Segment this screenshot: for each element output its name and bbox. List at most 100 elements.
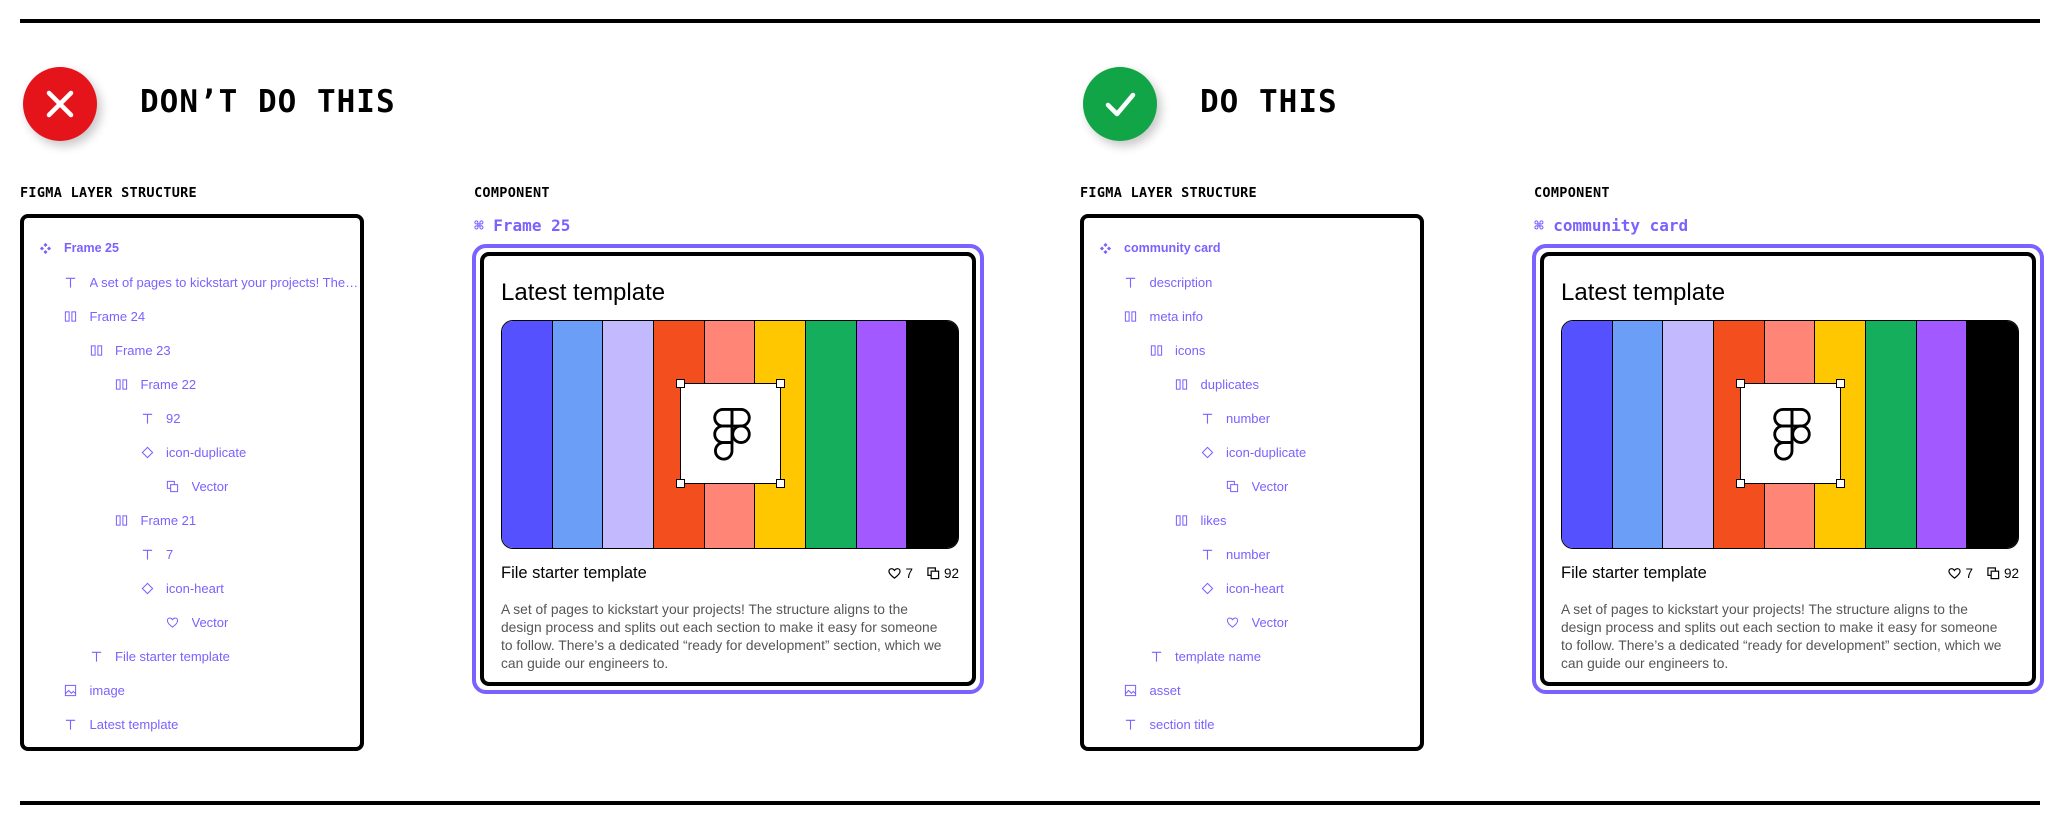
instance-icon (140, 581, 154, 595)
text-icon (1124, 275, 1138, 289)
color-stripe (907, 321, 958, 548)
text-icon (64, 275, 78, 289)
layer-row[interactable]: icon-heart (1084, 571, 1420, 605)
layer-row[interactable]: section title (1084, 707, 1420, 741)
template-description: A set of pages to kickstart your project… (501, 602, 942, 671)
layer-row[interactable]: meta info (1084, 299, 1420, 333)
layer-name: template name (1175, 648, 1261, 664)
layer-row[interactable]: asset (1084, 673, 1420, 707)
layer-row[interactable]: Frame 25 (24, 231, 360, 265)
resize-handle[interactable] (776, 479, 785, 488)
resize-handle[interactable] (1836, 479, 1845, 488)
section-heading: DO THIS (1200, 84, 1338, 120)
auto-layout-icon (1175, 513, 1189, 527)
duplicates-meta: 92 (1987, 566, 2019, 581)
text-icon (140, 411, 154, 425)
auto-layout-icon (64, 309, 78, 323)
layer-row[interactable]: number (1084, 537, 1420, 571)
layer-row[interactable]: description (1084, 265, 1420, 299)
layer-name: community card (1124, 241, 1221, 255)
command-icon: ⌘ (474, 216, 484, 235)
likes-meta: 7 (1948, 566, 1973, 581)
layer-row[interactable]: number (1084, 401, 1420, 435)
component-icon (1098, 241, 1112, 255)
layer-row[interactable]: icons (1084, 333, 1420, 367)
layer-row[interactable]: likes (1084, 503, 1420, 537)
layer-name: icon-duplicate (1226, 444, 1307, 460)
layer-name: Frame 22 (140, 376, 197, 392)
layer-row[interactable]: 7 (24, 537, 360, 571)
layer-row[interactable]: image (24, 673, 360, 707)
layer-row[interactable]: template name (1084, 639, 1420, 673)
template-meta-row: File starter template 7 92 (501, 562, 959, 584)
layer-name: icon-duplicate (166, 444, 247, 460)
figma-logo-frame (676, 379, 785, 488)
component-name: ⌘ Frame 25 (474, 216, 571, 235)
figma-logo-frame (1736, 379, 1845, 488)
color-stripe (1866, 321, 1917, 548)
layer-row[interactable]: Vector (1084, 469, 1420, 503)
layer-row[interactable]: Frame 21 (24, 503, 360, 537)
color-stripe (1967, 321, 2018, 548)
layer-row[interactable]: Frame 24 (24, 299, 360, 333)
cross-icon (23, 67, 97, 141)
layer-name: Frame 24 (89, 308, 146, 324)
layer-name: 92 (166, 410, 181, 426)
layer-name: Vector (191, 614, 229, 630)
auto-layout-icon (1149, 343, 1163, 357)
component-selection[interactable]: Latest template File starter template 7 … (472, 244, 984, 694)
resize-handle[interactable] (776, 379, 785, 388)
resize-handle[interactable] (1736, 379, 1745, 388)
text-icon (1200, 547, 1214, 561)
instance-icon (140, 445, 154, 459)
component-label: COMPONENT (474, 185, 550, 201)
community-card: Latest template File starter template 7 … (480, 252, 976, 686)
auto-layout-icon (1124, 309, 1138, 323)
color-stripe (1663, 321, 1715, 548)
resize-handle[interactable] (676, 379, 685, 388)
figma-logo-icon (1773, 408, 1811, 461)
layer-name: Vector (191, 478, 229, 494)
resize-handle[interactable] (676, 479, 685, 488)
layer-name: Latest template (89, 716, 179, 732)
layer-name: Frame 23 (115, 342, 171, 358)
command-icon: ⌘ (1534, 216, 1544, 235)
layer-row[interactable]: icon-duplicate (1084, 435, 1420, 469)
text-icon (89, 649, 103, 663)
layer-row[interactable]: Latest template (24, 707, 360, 741)
layer-row[interactable]: community card (1084, 231, 1420, 265)
color-stripe (856, 321, 908, 548)
layer-structure-label: FIGMA LAYER STRUCTURE (20, 185, 197, 201)
layer-row[interactable]: icon-heart (24, 571, 360, 605)
layer-row[interactable]: Frame 23 (24, 333, 360, 367)
layer-panel: Frame 25 A set of pages to kickstart your… (20, 214, 364, 751)
resize-handle[interactable] (1836, 379, 1845, 388)
layer-name: number (1226, 546, 1271, 562)
layer-row[interactable]: A set of pages to kickstart your project… (24, 265, 360, 299)
color-stripe (1562, 321, 1613, 548)
layer-name: asset (1149, 682, 1181, 698)
layer-row[interactable]: File starter template (24, 639, 360, 673)
component-selection[interactable]: Latest template File starter template 7 … (1532, 244, 2044, 694)
do-this-section: DO THIS FIGMA LAYER STRUCTURE community … (1060, 0, 2060, 827)
figma-logo-icon (713, 408, 751, 461)
layer-row[interactable]: duplicates (1084, 367, 1420, 401)
layer-name: icon-heart (1226, 580, 1284, 596)
layer-row[interactable]: Vector (24, 469, 360, 503)
duplicates-count: 92 (943, 565, 959, 581)
layer-row[interactable]: Vector (1084, 605, 1420, 639)
layer-row[interactable]: Vector (24, 605, 360, 639)
instance-icon (1200, 445, 1214, 459)
layer-name: A set of pages to kickstart your project… (89, 274, 361, 290)
likes-meta: 7 (888, 566, 913, 581)
color-stripe (552, 321, 604, 548)
color-stripe (1612, 321, 1664, 548)
resize-handle[interactable] (1736, 479, 1745, 488)
layer-row[interactable]: 92 (24, 401, 360, 435)
template-name: File starter template (501, 563, 647, 582)
layer-row[interactable]: Frame 22 (24, 367, 360, 401)
duplicate-icon (166, 479, 180, 493)
layer-row[interactable]: icon-duplicate (24, 435, 360, 469)
dont-do-this-section: DON’T DO THIS FIGMA LAYER STRUCTURE Fram… (0, 0, 1040, 827)
likes-count: 7 (905, 565, 913, 581)
